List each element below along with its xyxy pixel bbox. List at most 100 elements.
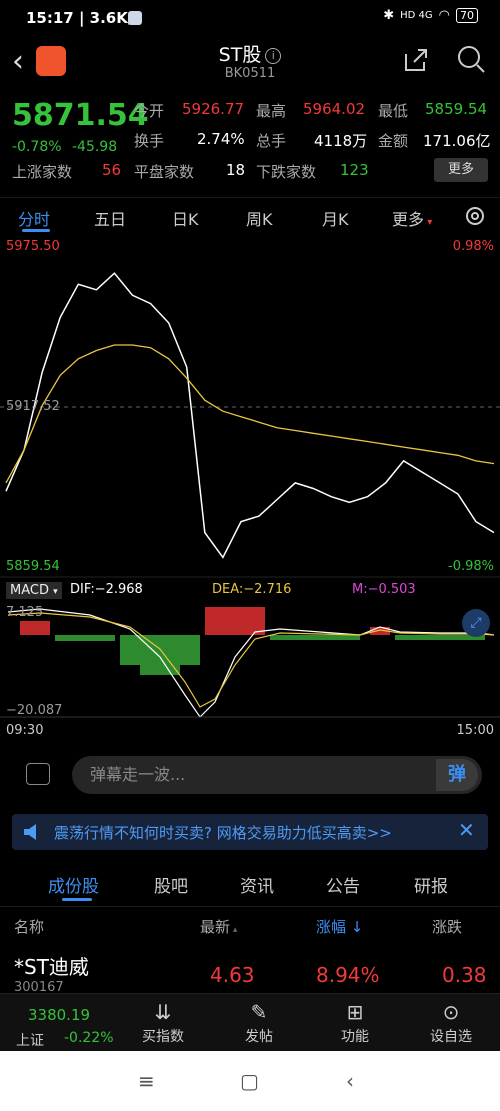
tab-weekly-k[interactable]: 周K — [246, 206, 273, 230]
turnover-value: 2.74% — [197, 130, 245, 148]
tab-intraday[interactable]: 分时 — [18, 206, 50, 230]
search-icon[interactable] — [456, 44, 486, 74]
status-time: 15:17 | 3.6K/s — [26, 9, 143, 27]
macd-dea: DEA:−2.716 — [212, 582, 292, 597]
macd-selector[interactable]: MACD ▾ — [6, 582, 62, 599]
share-icon[interactable] — [402, 46, 430, 74]
stock-latest: 4.63 — [210, 963, 255, 987]
chart-canvas — [0, 272, 500, 718]
tab-news[interactable]: 资讯 — [240, 872, 274, 897]
chart-bottom-price: 5859.54 — [6, 559, 60, 574]
buy-index-icon[interactable]: ⇊ — [123, 1000, 203, 1024]
buy-index-button[interactable]: 买指数 — [123, 1026, 203, 1046]
up-count-label: 上涨家数 — [12, 163, 73, 181]
index-value[interactable]: 3380.19 — [28, 1006, 90, 1024]
col-latest-label: 最新 — [200, 918, 231, 936]
chart-tabs: 分时 五日 日K 周K 月K 更多 ▾ — [0, 197, 500, 237]
macd-dif: DIF:−2.968 — [70, 582, 143, 597]
tab-more[interactable]: 更多 ▾ — [392, 206, 432, 230]
settings-icon — [128, 11, 142, 25]
index-name[interactable]: 上证 — [16, 1030, 44, 1050]
add-watchlist-button[interactable]: 设自选 — [411, 1026, 491, 1046]
flat-count-label: 平盘家数 — [134, 163, 195, 181]
wifi-icon: ◠ — [438, 8, 450, 23]
banner-text: 震荡行情不知何时买卖? 网格交易助力低买高卖>> — [54, 824, 392, 842]
status-icons: ✱ HD 4G ◠ 70 — [383, 8, 478, 23]
up-count-value: 56 — [102, 161, 122, 179]
col-latest[interactable]: 最新 ▴ — [200, 916, 237, 937]
flat-count-value: 18 — [226, 161, 246, 179]
change-absolute: -45.98 — [71, 139, 118, 155]
back-nav-icon[interactable]: ‹ — [346, 1069, 354, 1093]
gear-icon[interactable] — [463, 204, 487, 228]
chart-mid-price: 5917.52 — [6, 399, 60, 414]
chart-top-percent: 0.98% — [452, 239, 494, 254]
high-value: 5964.02 — [303, 100, 366, 118]
macd-bottom-value: −20.087 — [6, 703, 63, 718]
open-value: 5926.77 — [182, 100, 245, 118]
macd-bar — [205, 607, 265, 635]
amount-value: 171.06亿 — [423, 132, 491, 150]
status-bar: 15:17 | 3.6K/s ✱ HD 4G ◠ 70 — [0, 0, 500, 36]
battery-icon: 70 — [456, 8, 478, 23]
speaker-icon — [24, 824, 36, 840]
tab-research[interactable]: 研报 — [414, 872, 448, 897]
open-label: 今开 — [134, 102, 165, 120]
macd-bar — [270, 635, 360, 640]
function-button[interactable]: 功能 — [315, 1026, 395, 1046]
bottom-toolbar: 3380.19 上证 -0.22% ⇊ 买指数 ✎ 发帖 ⊞ 功能 ⊙ 设自选 — [0, 993, 500, 1051]
danmu-input[interactable]: 弹幕走一波... — [72, 756, 482, 794]
col-name[interactable]: 名称 — [14, 916, 44, 937]
expand-icon[interactable]: ⤢ — [462, 609, 490, 637]
turnover-label: 换手 — [134, 132, 165, 150]
macd-bar — [140, 635, 180, 675]
chart-top-price: 5975.50 — [6, 239, 60, 254]
tab-announcements[interactable]: 公告 — [326, 872, 360, 897]
tab-monthly-k[interactable]: 月K — [322, 206, 349, 230]
stock-change: 0.38 — [442, 963, 487, 987]
info-icon[interactable]: i — [265, 48, 282, 64]
time-end: 15:00 — [456, 723, 494, 738]
network-label: HD 4G — [400, 10, 433, 21]
stock-pct: 8.94% — [316, 963, 380, 987]
average-line — [5, 344, 495, 484]
macd-top-value: 7.125 — [6, 605, 44, 620]
col-change[interactable]: 涨跌 — [432, 916, 462, 937]
time-start: 09:30 — [6, 723, 44, 738]
lower-tab-underline — [62, 898, 92, 901]
price-change: -0.78% -45.98 — [12, 139, 117, 155]
post-button[interactable]: 发帖 — [219, 1026, 299, 1046]
index-pct[interactable]: -0.22% — [64, 1030, 114, 1046]
post-icon[interactable]: ✎ — [219, 1000, 299, 1024]
tab-constituents[interactable]: 成份股 — [48, 872, 99, 897]
tab-underline — [22, 229, 50, 232]
intraday-chart[interactable]: 5975.50 0.98% 5917.52 5859.54 -0.98% MAC… — [0, 237, 500, 747]
tab-daily-k[interactable]: 日K — [172, 206, 199, 230]
more-button[interactable]: 更多 — [434, 158, 488, 182]
menu-icon[interactable]: ≡ — [138, 1069, 155, 1093]
price-line — [5, 272, 495, 559]
system-nav-bar: ≡ ▢ ‹ — [0, 1051, 500, 1111]
tab-forum[interactable]: 股吧 — [154, 872, 188, 897]
function-icon[interactable]: ⊞ — [315, 1000, 395, 1024]
close-icon[interactable]: ✕ — [458, 818, 475, 842]
col-change-pct[interactable]: 涨幅 ↓ — [316, 916, 363, 937]
macd-label: MACD — [10, 583, 49, 598]
macd-bar — [20, 621, 50, 635]
danmu-button[interactable]: 弹 — [436, 759, 478, 791]
tab-five-day[interactable]: 五日 — [94, 206, 126, 230]
chart-bottom-percent: -0.98% — [448, 559, 494, 574]
comment-list-icon[interactable] — [26, 763, 50, 785]
page-title-text: ST股 — [218, 44, 262, 66]
bluetooth-icon: ✱ — [383, 8, 395, 23]
down-count-label: 下跌家数 — [256, 163, 317, 181]
add-watchlist-icon[interactable]: ⊙ — [411, 1000, 491, 1024]
volume-value: 4118万 — [314, 132, 368, 150]
macd-m: M:−0.503 — [352, 582, 416, 597]
promo-banner[interactable]: 震荡行情不知何时买卖? 网格交易助力低买高卖>> ✕ — [12, 814, 488, 850]
current-price: 5871.54 — [12, 98, 149, 133]
amount-label: 金额 — [378, 132, 409, 150]
low-label: 最低 — [378, 102, 409, 120]
home-icon[interactable]: ▢ — [240, 1069, 259, 1093]
high-label: 最高 — [256, 102, 287, 120]
